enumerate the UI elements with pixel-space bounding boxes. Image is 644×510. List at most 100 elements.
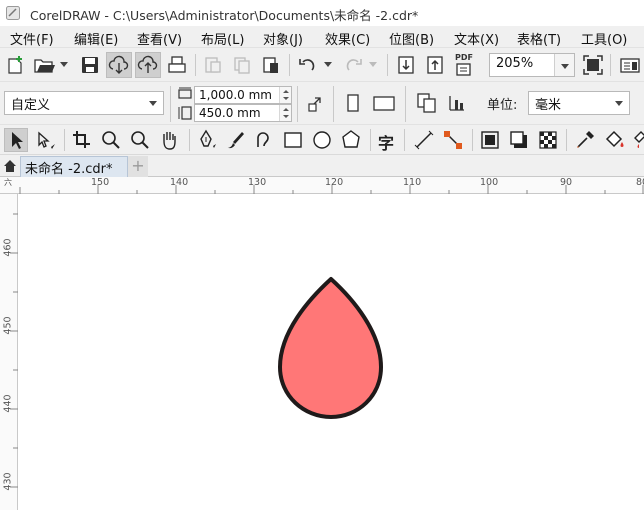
zoom-tool-icon[interactable] [101, 130, 121, 150]
vertical-ruler[interactable]: 460 450 440 430 [0, 194, 18, 510]
page-width-spinner[interactable] [279, 87, 291, 103]
options-icon[interactable] [619, 54, 641, 76]
coreldraw-app-icon [6, 6, 20, 20]
ruler-tick-label: 450 [2, 316, 14, 335]
paste-icon[interactable] [261, 55, 281, 75]
all-pages-icon[interactable] [416, 92, 438, 114]
portrait-icon[interactable] [346, 93, 360, 113]
title-bar: CorelDRAW - C:\Users\Administrator\Docum… [0, 0, 644, 26]
menu-effects[interactable]: 效果(C) [325, 29, 370, 48]
redo-icon[interactable] [342, 55, 364, 75]
window-title: CorelDRAW - C:\Users\Administrator\Docum… [30, 8, 419, 23]
page-height-value: 450.0 mm [199, 106, 261, 120]
page-size-combo[interactable]: 自定义 [4, 91, 164, 115]
landscape-icon[interactable] [373, 95, 395, 111]
menu-tools[interactable]: 工具(O) [581, 29, 627, 48]
undo-dropdown-icon[interactable] [324, 62, 332, 68]
toolbar-separator [64, 129, 65, 151]
eyedropper-icon[interactable] [575, 130, 595, 150]
drawing-canvas[interactable] [19, 195, 644, 510]
menu-edit[interactable]: 编辑(E) [74, 29, 118, 48]
page-height-spinner[interactable] [279, 105, 291, 121]
menu-table[interactable]: 表格(T) [517, 29, 561, 48]
open-dropdown-arrow-icon[interactable] [60, 62, 68, 68]
zoom-dropdown-arrow-icon[interactable] [554, 54, 574, 76]
pdf-label: PDF [455, 53, 473, 62]
print-icon[interactable] [167, 55, 187, 75]
units-dropdown-arrow-icon[interactable] [609, 92, 629, 114]
ruler-tick-label: 120 [325, 177, 344, 188]
cloud-download-icon[interactable] [106, 52, 132, 78]
shape-tool-icon[interactable] [34, 130, 56, 150]
document-tab-bar: 未命名 -2.cdr* + [0, 155, 644, 177]
menu-bar: 文件(F) 编辑(E) 查看(V) 布局(L) 对象(J) 效果(C) 位图(B… [0, 26, 644, 48]
toolbar-separator [472, 129, 473, 151]
pen-tool-icon[interactable] [196, 129, 216, 151]
ruler-tick-label: 150 [91, 177, 110, 188]
interactive-fill-icon[interactable] [604, 130, 626, 150]
ruler-tick-label: 80 [636, 177, 644, 188]
contour-tool-icon[interactable] [480, 130, 500, 150]
units-combo[interactable]: 毫米 [528, 91, 630, 115]
page-width-field[interactable]: 1,000.0 mm [194, 86, 292, 104]
menu-layout[interactable]: 布局(L) [201, 29, 244, 48]
import-icon[interactable] [396, 55, 416, 75]
menu-text[interactable]: 文本(X) [454, 29, 499, 48]
document-tab[interactable]: 未命名 -2.cdr* [20, 156, 128, 177]
connector-tool-icon[interactable] [443, 130, 463, 150]
parallel-dimension-icon[interactable] [414, 130, 434, 150]
cut-icon[interactable] [203, 55, 223, 75]
toolbar-separator [387, 54, 388, 76]
horizontal-ruler[interactable]: 六 150 140 130 120 110 100 90 80 [0, 177, 644, 194]
text-tool-icon[interactable]: 字 [378, 130, 394, 154]
smart-fill-icon[interactable] [633, 130, 644, 150]
zoom-out-icon[interactable] [130, 130, 150, 150]
transparency-tool-icon[interactable] [538, 130, 558, 150]
units-value: 毫米 [535, 98, 562, 113]
droplet-shape[interactable] [278, 277, 383, 419]
ellipse-tool-icon[interactable] [312, 130, 332, 150]
page-size-dropdown-arrow-icon[interactable] [143, 92, 163, 114]
menu-bitmaps[interactable]: 位图(B) [389, 29, 434, 48]
menu-view[interactable]: 查看(V) [137, 29, 182, 48]
pan-tool-icon[interactable] [159, 129, 179, 151]
page-width-value: 1,000.0 mm [199, 88, 272, 102]
pick-tool-icon[interactable] [4, 128, 28, 152]
home-icon[interactable] [3, 159, 17, 173]
freehand-curve-icon[interactable] [254, 130, 274, 150]
page-height-field[interactable]: 450.0 mm [194, 104, 292, 122]
toolbar-separator [405, 86, 406, 122]
export-icon[interactable] [425, 55, 445, 75]
menu-file[interactable]: 文件(F) [10, 29, 54, 48]
rectangle-tool-icon[interactable] [283, 130, 303, 150]
crop-tool-icon[interactable] [71, 130, 93, 150]
publish-pdf-button[interactable]: PDF [453, 53, 475, 77]
ruler-tick-label: 90 [560, 177, 573, 188]
zoom-level-combo[interactable]: 205% [489, 53, 575, 77]
redo-dropdown-icon[interactable] [369, 62, 377, 68]
open-folder-icon[interactable] [34, 56, 56, 74]
cloud-upload-icon[interactable] [135, 52, 161, 78]
ruler-tick-label: 130 [248, 177, 267, 188]
toolbox: 字 [0, 125, 644, 155]
menu-object[interactable]: 对象(J) [263, 29, 303, 48]
toolbar-separator [170, 86, 171, 122]
save-icon[interactable] [80, 55, 100, 75]
drop-shadow-icon[interactable] [509, 130, 529, 150]
ruler-tick-label: 100 [480, 177, 499, 188]
undo-icon[interactable] [297, 55, 319, 75]
copy-icon[interactable] [232, 55, 252, 75]
new-document-icon[interactable] [6, 55, 26, 75]
page-width-icon [177, 87, 193, 101]
full-screen-icon[interactable] [583, 55, 603, 75]
polygon-tool-icon[interactable] [341, 130, 361, 150]
page-orientation-switch-icon[interactable] [306, 94, 326, 114]
artistic-media-icon[interactable] [225, 130, 245, 150]
page-height-icon [177, 105, 193, 121]
toolbar-separator [333, 86, 334, 122]
document-tab-label: 未命名 -2.cdr* [25, 162, 113, 177]
new-tab-button[interactable]: + [128, 156, 148, 177]
ruler-corner-label: 六 [4, 178, 12, 187]
current-page-icon[interactable] [446, 92, 468, 114]
toolbar-separator [289, 54, 290, 76]
